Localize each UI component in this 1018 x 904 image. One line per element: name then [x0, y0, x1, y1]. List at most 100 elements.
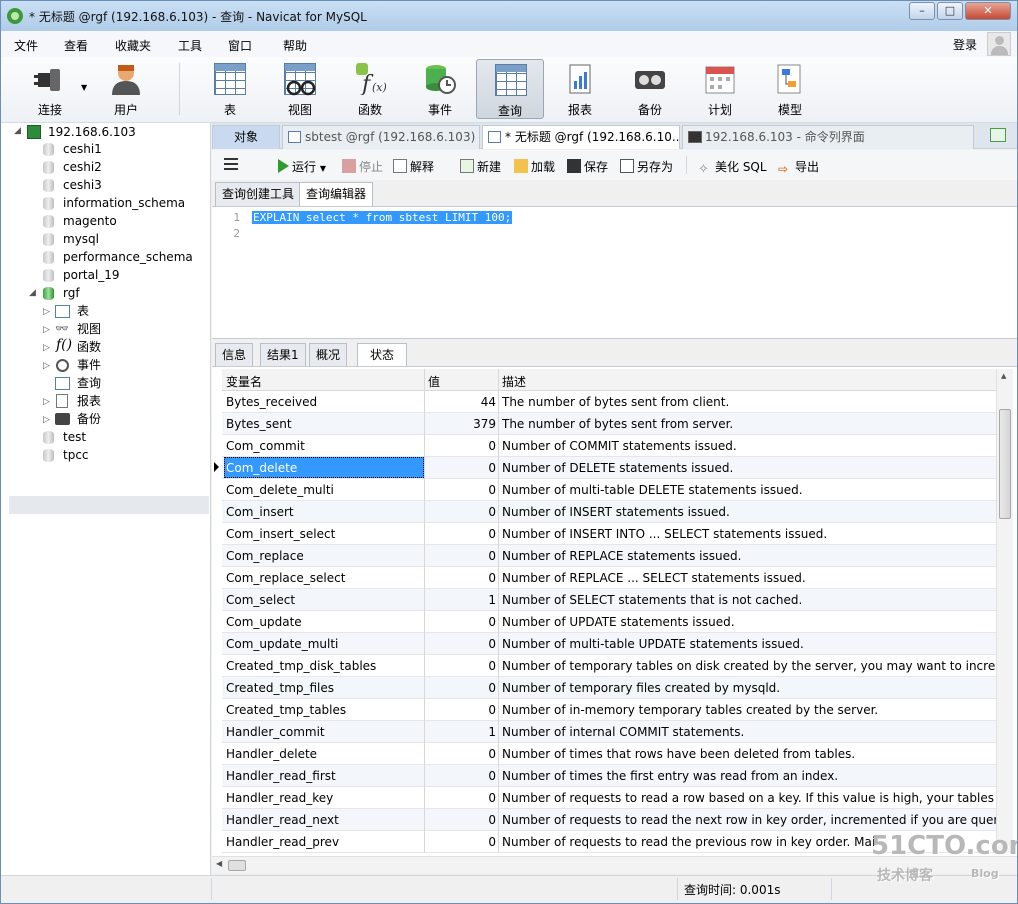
- cell-value[interactable]: 0: [422, 681, 496, 695]
- tree-db-ceshi2[interactable]: ceshi2: [63, 158, 102, 176]
- cell-variable-name[interactable]: Created_tmp_tables: [226, 703, 346, 717]
- menu-file[interactable]: 文件: [14, 37, 38, 54]
- cell-value[interactable]: 0: [422, 747, 496, 761]
- expand-icon[interactable]: ▷: [43, 325, 50, 335]
- table-row[interactable]: Com_replace_select 0 Number of REPLACE ...…: [222, 567, 1006, 589]
- expand-icon[interactable]: ▷: [43, 397, 50, 407]
- table-row[interactable]: Com_update_multi 0 Number of multi-table U…: [222, 633, 1006, 655]
- function-button[interactable]: f (x) 函数: [337, 59, 403, 119]
- header-value[interactable]: 值: [428, 373, 440, 390]
- tree-db-magento[interactable]: magento: [63, 212, 117, 230]
- cell-description[interactable]: Number of in-memory temporary tables cre…: [502, 703, 1006, 717]
- cell-description[interactable]: The number of bytes sent from client.: [502, 395, 1006, 409]
- cell-description[interactable]: Number of INSERT statements issued.: [502, 505, 1006, 519]
- cell-description[interactable]: Number of UPDATE statements issued.: [502, 615, 1006, 629]
- run-dropdown-icon[interactable]: ▼: [320, 164, 326, 173]
- view-button[interactable]: 视图: [267, 59, 333, 119]
- table-row[interactable]: Com_select 1 Number of SELECT statements t…: [222, 589, 1006, 611]
- cell-variable-name[interactable]: Created_tmp_files: [226, 681, 334, 695]
- query-button[interactable]: 查询: [476, 59, 544, 119]
- tab-objects[interactable]: 对象: [212, 125, 280, 149]
- cell-description[interactable]: Number of REPLACE statements issued.: [502, 549, 1006, 563]
- table-row[interactable]: Com_delete_multi 0 Number of multi-table D…: [222, 479, 1006, 501]
- schedule-button[interactable]: 计划: [687, 59, 753, 119]
- cell-description[interactable]: Number of requests to read a row based o…: [502, 791, 1006, 805]
- cell-value[interactable]: 0: [422, 791, 496, 805]
- menu-tools[interactable]: 工具: [178, 37, 202, 54]
- tab-untitled-query[interactable]: * 无标题 @rgf (192.168.6.10...: [482, 125, 680, 149]
- cell-value[interactable]: 0: [422, 527, 496, 541]
- menu-favorites[interactable]: 收藏夹: [115, 37, 151, 54]
- new-button[interactable]: 新建: [460, 158, 501, 175]
- cell-value[interactable]: 44: [422, 395, 496, 409]
- cell-description[interactable]: Number of temporary tables on disk creat…: [502, 659, 1006, 673]
- cell-variable-name[interactable]: Handler_read_prev: [226, 835, 339, 849]
- tree-db-mysql[interactable]: mysql: [63, 230, 99, 248]
- expand-icon[interactable]: ▷: [43, 307, 50, 317]
- run-button[interactable]: 运行 ▼: [278, 158, 326, 175]
- cell-value[interactable]: 1: [422, 593, 496, 607]
- maximize-button[interactable]: □: [937, 2, 963, 20]
- beautify-sql-button[interactable]: ✧ 美化 SQL: [698, 158, 767, 177]
- cell-variable-name[interactable]: Com_insert_select: [226, 527, 335, 541]
- vertical-scroll-thumb[interactable]: [999, 409, 1011, 519]
- explain-button[interactable]: 解释: [393, 158, 434, 175]
- cell-description[interactable]: Number of multi-table UPDATE statements …: [502, 637, 1006, 651]
- tab-command-line[interactable]: 192.168.6.103 - 命令列界面: [682, 125, 974, 149]
- cell-value[interactable]: 0: [422, 571, 496, 585]
- tab-info[interactable]: 信息: [215, 343, 254, 367]
- expand-icon[interactable]: ▷: [43, 361, 50, 371]
- menu-window[interactable]: 窗口: [228, 37, 252, 54]
- cell-description[interactable]: Number of multi-table DELETE statements …: [502, 483, 1006, 497]
- new-tab-icon[interactable]: [990, 128, 1006, 142]
- cell-variable-name[interactable]: Com_commit: [226, 439, 305, 453]
- table-row[interactable]: Created_tmp_tables 0 Number of in-memory t…: [222, 699, 1006, 721]
- tree-db-ceshi3[interactable]: ceshi3: [63, 176, 102, 194]
- cell-variable-name[interactable]: Handler_read_first: [226, 769, 336, 783]
- menu-view[interactable]: 查看: [64, 37, 88, 54]
- table-row[interactable]: Handler_read_next 0 Number of requests to …: [222, 809, 1006, 831]
- cell-value[interactable]: 379: [422, 417, 496, 431]
- cell-description[interactable]: The number of bytes sent from server.: [502, 417, 1006, 431]
- tree-events[interactable]: 事件: [77, 356, 101, 374]
- tree-queries[interactable]: 查询: [77, 374, 101, 392]
- cell-value[interactable]: 0: [422, 549, 496, 563]
- cell-variable-name[interactable]: Bytes_sent: [226, 417, 292, 431]
- cell-description[interactable]: Number of COMMIT statements issued.: [502, 439, 1006, 453]
- export-button[interactable]: ⇨ 导出: [778, 158, 819, 176]
- table-row[interactable]: Com_commit 0 Number of COMMIT statements i…: [222, 435, 1006, 457]
- cell-variable-name[interactable]: Created_tmp_disk_tables: [226, 659, 376, 673]
- cell-variable-name[interactable]: Com_replace_select: [226, 571, 345, 585]
- scroll-up-icon[interactable]: ▲: [1001, 372, 1006, 380]
- cell-description[interactable]: Number of REPLACE ... SELECT statements …: [502, 571, 1006, 585]
- tree-views[interactable]: 视图: [77, 320, 101, 338]
- cell-variable-name[interactable]: Com_insert: [226, 505, 294, 519]
- connect-dropdown-icon[interactable]: ▼: [81, 83, 87, 92]
- cell-value[interactable]: 0: [422, 461, 496, 475]
- cell-variable-name[interactable]: Com_delete: [226, 461, 297, 475]
- load-button[interactable]: 加载: [514, 158, 555, 175]
- vertical-scrollbar[interactable]: ▲: [996, 369, 1013, 853]
- report-button[interactable]: 报表: [547, 59, 613, 119]
- menu-icon[interactable]: [224, 158, 238, 170]
- tab-result1[interactable]: 结果1: [260, 343, 306, 367]
- sql-editor[interactable]: 1 2 EXPLAIN select * from sbtest LIMIT 1…: [212, 206, 1017, 338]
- cell-value[interactable]: 1: [422, 725, 496, 739]
- tree-db-portal19[interactable]: portal_19: [63, 266, 120, 284]
- table-row[interactable]: Com_insert_select 0 Number of INSERT INTO …: [222, 523, 1006, 545]
- cell-variable-name[interactable]: Bytes_received: [226, 395, 317, 409]
- tab-query-editor[interactable]: 查询编辑器: [299, 182, 374, 207]
- user-avatar-icon[interactable]: [987, 32, 1011, 56]
- table-row[interactable]: Bytes_received 44 The number of bytes sent…: [222, 391, 1006, 413]
- tree-tables[interactable]: 表: [77, 302, 89, 320]
- header-variable-name[interactable]: 变量名: [226, 373, 262, 390]
- cell-value[interactable]: 0: [422, 505, 496, 519]
- table-row[interactable]: Com_insert 0 Number of INSERT statements i…: [222, 501, 1006, 523]
- tree-db-information-schema[interactable]: information_schema: [63, 194, 185, 212]
- event-button[interactable]: 事件: [407, 59, 473, 119]
- save-button[interactable]: 保存: [567, 158, 608, 175]
- cell-value[interactable]: 0: [422, 813, 496, 827]
- tree-db-rgf[interactable]: rgf: [63, 284, 80, 302]
- tree-functions[interactable]: 函数: [77, 338, 101, 356]
- tab-query-builder[interactable]: 查询创建工具: [215, 182, 302, 206]
